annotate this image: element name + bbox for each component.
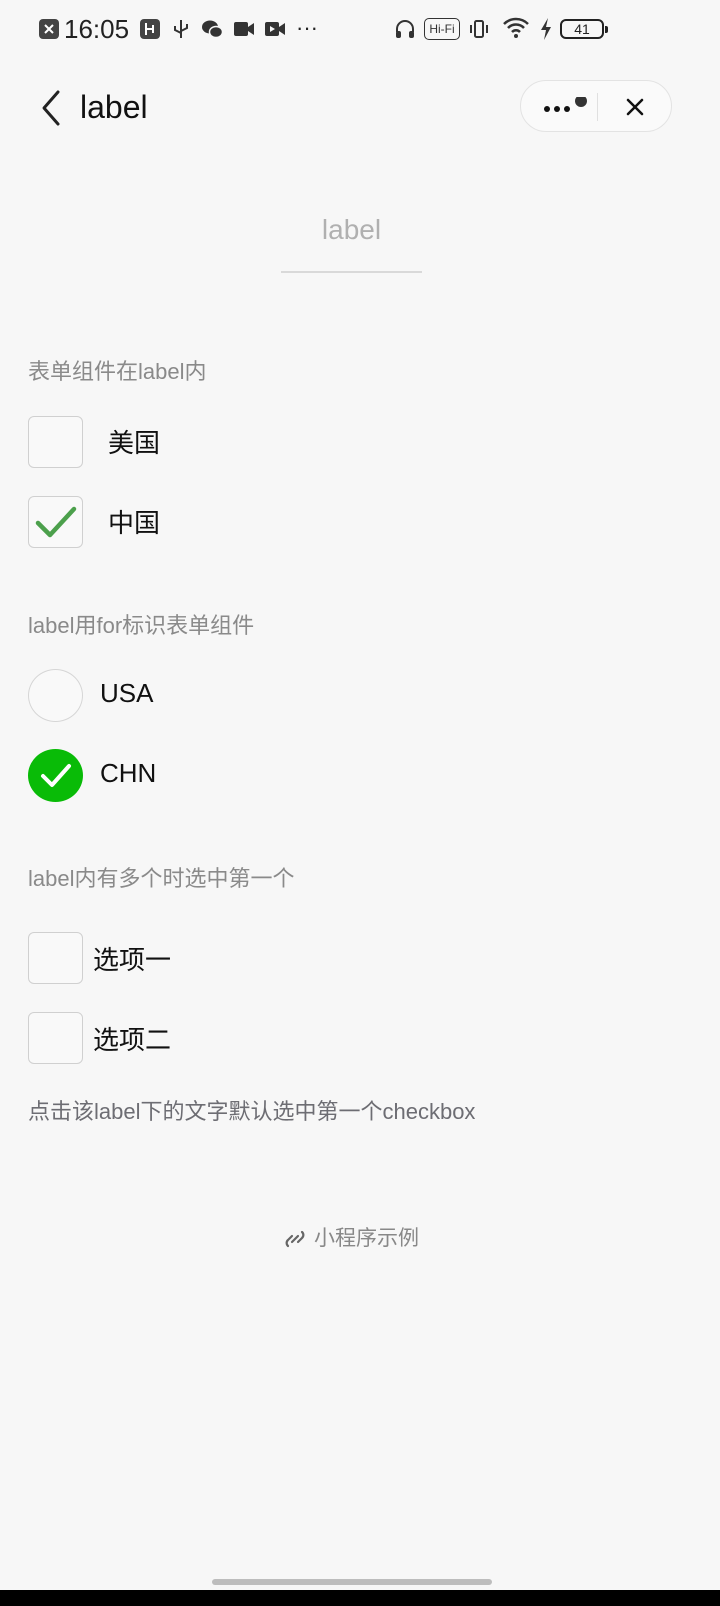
heading-underline <box>281 271 422 273</box>
vibrate-icon <box>470 20 488 38</box>
close-box-icon <box>39 19 59 39</box>
radio-label-chn[interactable]: CHN <box>100 758 156 789</box>
usb-box-icon <box>140 19 160 39</box>
section-title-1: 表单组件在label内 <box>28 359 207 384</box>
nav-title: label <box>80 89 148 125</box>
section-title-3: label内有多个时选中第一个 <box>28 866 295 891</box>
usb-icon <box>174 20 188 38</box>
back-icon[interactable] <box>38 88 66 128</box>
checkbox-option-2[interactable] <box>28 1012 83 1064</box>
bottom-edge <box>0 1590 720 1606</box>
checkbox-option-1[interactable] <box>28 932 83 984</box>
check-icon <box>35 506 77 538</box>
hifi-badge: Hi-Fi <box>424 18 460 40</box>
checkbox-label-usa[interactable]: 美国 <box>108 423 160 460</box>
charging-icon <box>541 18 551 40</box>
section-title-2: label用for标识表单组件 <box>28 613 255 638</box>
status-bar: 16:05 ··· Hi-Fi 41 <box>0 0 720 62</box>
radio-usa[interactable] <box>28 669 83 722</box>
checkbox-china[interactable] <box>28 496 83 548</box>
link-icon <box>285 1231 305 1248</box>
wechat-icon <box>202 20 223 39</box>
page-heading: label <box>321 214 382 245</box>
video-icon <box>234 22 254 36</box>
battery-indicator: 41 <box>560 19 608 39</box>
radio-label-usa[interactable]: USA <box>100 678 153 709</box>
check-icon <box>41 764 71 787</box>
wifi-icon <box>503 17 529 38</box>
footer: 小程序示例 <box>0 1222 703 1252</box>
footer-text: 小程序示例 <box>314 1227 419 1250</box>
hint-text: 点击该label下的文字默认选中第一个checkbox <box>28 1099 476 1124</box>
checkbox-label-china[interactable]: 中国 <box>108 503 160 540</box>
checkbox-label-option-1[interactable]: 选项一 <box>93 940 171 977</box>
more-status-indicator: ··· <box>296 15 318 40</box>
radio-chn[interactable] <box>28 749 83 802</box>
headphones-icon <box>396 20 414 38</box>
more-icon[interactable] <box>543 97 587 117</box>
camera-icon <box>265 22 285 36</box>
home-indicator[interactable] <box>212 1579 492 1585</box>
close-icon[interactable] <box>623 95 647 119</box>
clock: 16:05 <box>64 14 130 44</box>
capsule-menu <box>520 80 672 132</box>
checkbox-usa[interactable] <box>28 416 83 468</box>
capsule-divider <box>597 93 598 121</box>
checkbox-label-option-2[interactable]: 选项二 <box>93 1020 171 1057</box>
